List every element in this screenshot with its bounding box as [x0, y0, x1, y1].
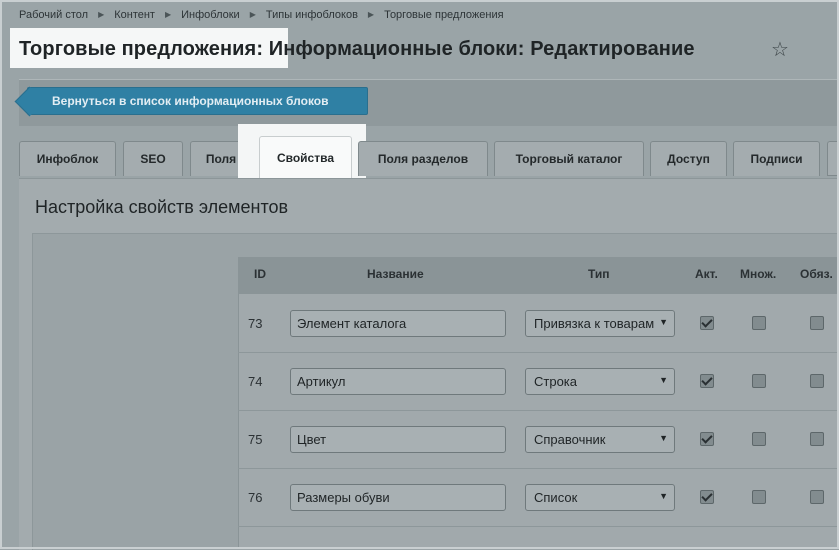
chevron-right-icon: ▶	[164, 10, 172, 19]
tab-properties-label: Свойства	[276, 151, 335, 165]
dropdown-arrow-icon: ▼	[657, 491, 668, 501]
tab-section-fields[interactable]: Поля разделов	[358, 141, 488, 176]
tab-section-fields-label: Поля разделов	[377, 152, 469, 166]
page-title-part1: Торговые предложения:	[19, 38, 264, 60]
back-to-list-label: Вернуться в список информационных блоков	[52, 94, 329, 108]
property-type-select[interactable]: Справочник ▼	[525, 426, 675, 453]
multiple-checkbox[interactable]	[752, 316, 766, 330]
breadcrumb: Рабочий стол ▶ Контент ▶ Инфоблоки ▶ Типы инфо…	[19, 9, 504, 21]
tab-seo[interactable]: SEO	[123, 141, 183, 176]
dropdown-arrow-icon: ▼	[657, 317, 668, 327]
section-title: Настройка свойств элементов	[35, 197, 289, 217]
tab-trade-catalog-label: Торговый каталог	[515, 152, 623, 166]
tab-iblock-label: Инфоблок	[36, 152, 99, 166]
required-checkbox[interactable]	[810, 316, 824, 330]
active-checkbox[interactable]	[700, 432, 714, 446]
chevron-right-icon: ▶	[367, 10, 375, 19]
row-divider	[238, 526, 839, 527]
property-type-value: Список	[534, 490, 578, 505]
breadcrumb-item-iblocks[interactable]: Инфоблоки	[181, 9, 240, 21]
active-checkbox[interactable]	[700, 374, 714, 388]
required-checkbox[interactable]	[810, 374, 824, 388]
chevron-right-icon: ▶	[249, 10, 256, 19]
required-checkbox[interactable]	[810, 432, 824, 446]
page-title-part2: Информационные блоки: Редактирование	[263, 38, 695, 60]
property-name-input[interactable]: Артикул	[290, 368, 506, 395]
tab-properties[interactable]: Свойства	[259, 136, 352, 178]
column-header-type: Тип	[588, 267, 610, 281]
active-checkbox[interactable]	[700, 490, 714, 504]
property-name-input[interactable]: Размеры обуви	[290, 484, 506, 511]
star-icon[interactable]: ☆	[771, 40, 789, 60]
row-divider	[238, 352, 839, 353]
back-to-list-button[interactable]: Вернуться в список информационных блоков	[27, 87, 368, 115]
chevron-right-icon: ▶	[98, 10, 105, 19]
breadcrumb-item-desktop[interactable]: Рабочий стол	[19, 9, 88, 21]
tab-access-label: Доступ	[667, 152, 710, 166]
property-type-value: Справочник	[534, 432, 606, 447]
tab-captions[interactable]: Подписи	[733, 141, 820, 176]
required-checkbox[interactable]	[810, 490, 824, 504]
tab-overflow[interactable]	[827, 141, 839, 176]
tab-captions-label: Подписи	[750, 152, 803, 166]
dropdown-arrow-icon: ▼	[657, 433, 668, 443]
tab-seo-label: SEO	[140, 152, 166, 166]
column-header-id: ID	[254, 267, 266, 281]
page-title: Торговые предложения: Информационные бло…	[19, 38, 695, 61]
breadcrumb-item-iblock-types[interactable]: Типы инфоблоков	[266, 9, 358, 21]
property-type-select[interactable]: Список ▼	[525, 484, 675, 511]
property-name-input[interactable]: Элемент каталога	[290, 310, 506, 337]
tab-fields-label: Поля	[205, 152, 237, 166]
row-id: 73	[248, 316, 263, 331]
breadcrumb-item-offers[interactable]: Торговые предложения	[384, 9, 503, 21]
row-id: 74	[248, 374, 263, 389]
property-type-select[interactable]: Привязка к товарам ▼	[525, 310, 675, 337]
row-id: 75	[248, 432, 263, 447]
multiple-checkbox[interactable]	[752, 432, 766, 446]
column-header-active: Акт.	[695, 267, 718, 281]
tab-iblock[interactable]: Инфоблок	[19, 141, 116, 176]
row-divider	[238, 468, 839, 469]
column-header-multiple: Множ.	[740, 267, 777, 281]
multiple-checkbox[interactable]	[752, 374, 766, 388]
tab-trade-catalog[interactable]: Торговый каталог	[494, 141, 644, 176]
column-header-required: Обяз.	[800, 267, 833, 281]
tab-access[interactable]: Доступ	[650, 141, 727, 176]
active-checkbox[interactable]	[700, 316, 714, 330]
row-id: 76	[248, 490, 263, 505]
row-divider	[238, 410, 839, 411]
property-type-value: Строка	[534, 374, 578, 389]
multiple-checkbox[interactable]	[752, 490, 766, 504]
property-type-value: Привязка к товарам	[534, 316, 655, 331]
dropdown-arrow-icon: ▼	[657, 375, 668, 385]
property-type-select[interactable]: Строка ▼	[525, 368, 675, 395]
column-header-name: Название	[367, 267, 424, 281]
breadcrumb-item-content[interactable]: Контент	[114, 9, 155, 21]
property-name-input[interactable]: Цвет	[290, 426, 506, 453]
